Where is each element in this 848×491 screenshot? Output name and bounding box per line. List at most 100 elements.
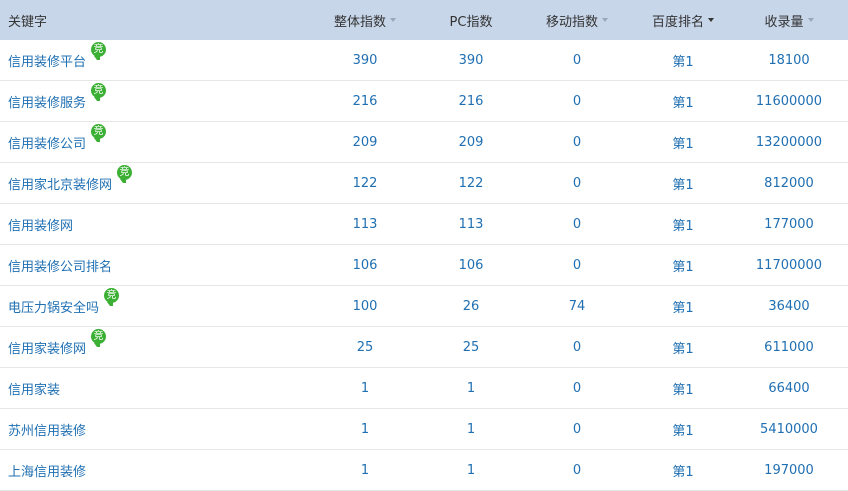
keyword-wrap: 信用装修公司竞 — [8, 123, 107, 152]
pc-index-cell: 25 — [462, 339, 480, 355]
mobile-index-cell: 0 — [572, 462, 582, 478]
baidu-rank-cell[interactable]: 第1 — [630, 461, 736, 480]
bid-badge-icon: 竞 — [91, 328, 107, 347]
mobile-index-cell: 74 — [568, 298, 586, 314]
indexed-count-cell: 36400 — [768, 298, 810, 314]
keyword-link[interactable]: 信用装修公司 — [8, 137, 86, 152]
keyword-wrap: 信用家装修网竞 — [8, 328, 107, 357]
table-row: 电压力锅安全吗竞 100 26 74 第1 36400 — [0, 286, 848, 327]
baidu-rank-cell[interactable]: 第1 — [630, 297, 736, 316]
table-body: 信用装修平台竞 390 390 0 第1 18100 信用装修服务竞 216 216 0 第1 116… — [0, 40, 848, 491]
keyword-ranking-table: 关键字 整体指数 PC指数 移动指数 百度排名 收录量 信用装修平台竞 390 39… — [0, 0, 848, 491]
keyword-link[interactable]: 信用装修服务 — [8, 96, 86, 111]
header-pc-index: PC指数 — [418, 11, 524, 30]
keyword-wrap: 信用家装 — [8, 379, 60, 398]
keyword-link[interactable]: 信用家装 — [8, 383, 60, 398]
header-indexed-count[interactable]: 收录量 — [736, 11, 842, 30]
pc-index-cell: 216 — [458, 93, 484, 109]
mobile-index-cell: 0 — [572, 134, 582, 150]
overall-index-cell: 122 — [352, 175, 378, 191]
indexed-count-cell: 13200000 — [755, 134, 823, 150]
overall-index-cell: 1 — [360, 380, 370, 396]
header-keyword: 关键字 — [0, 11, 312, 30]
header-pc-label: PC指数 — [449, 14, 493, 30]
keyword-link[interactable]: 信用装修网 — [8, 219, 73, 234]
baidu-rank-cell[interactable]: 第1 — [630, 420, 736, 439]
keyword-link[interactable]: 信用装修公司排名 — [8, 260, 112, 275]
keyword-link[interactable]: 苏州信用装修 — [8, 424, 86, 439]
keyword-cell: 信用装修公司排名 — [0, 256, 312, 275]
baidu-rank-cell[interactable]: 第1 — [630, 256, 736, 275]
indexed-count-cell: 11700000 — [755, 257, 823, 273]
keyword-link[interactable]: 信用装修平台 — [8, 55, 86, 70]
table-row: 信用装修平台竞 390 390 0 第1 18100 — [0, 40, 848, 81]
baidu-rank-cell[interactable]: 第1 — [630, 379, 736, 398]
overall-index-cell: 216 — [352, 93, 378, 109]
keyword-cell: 信用家北京装修网竞 — [0, 164, 312, 193]
keyword-link[interactable]: 信用家北京装修网 — [8, 178, 112, 193]
table-row: 上海信用装修 1 1 0 第1 197000 — [0, 450, 848, 491]
mobile-index-cell: 0 — [572, 421, 582, 437]
table-row: 信用家装修网竞 25 25 0 第1 611000 — [0, 327, 848, 368]
indexed-count-cell: 18100 — [768, 52, 810, 68]
header-mobile-index[interactable]: 移动指数 — [524, 11, 630, 30]
keyword-wrap: 苏州信用装修 — [8, 420, 86, 439]
baidu-rank-cell[interactable]: 第1 — [630, 338, 736, 357]
keyword-cell: 苏州信用装修 — [0, 420, 312, 439]
keyword-wrap: 信用装修平台竞 — [8, 41, 107, 70]
table-row: 苏州信用装修 1 1 0 第1 5410000 — [0, 409, 848, 450]
bid-badge-icon: 竞 — [91, 82, 107, 101]
keyword-link[interactable]: 信用家装修网 — [8, 342, 86, 357]
keyword-cell: 信用装修网 — [0, 215, 312, 234]
sort-caret-icon — [602, 18, 608, 22]
header-keyword-label: 关键字 — [8, 14, 48, 30]
pc-index-cell: 209 — [458, 134, 484, 150]
header-baidu-rank[interactable]: 百度排名 — [630, 11, 736, 30]
keyword-wrap: 上海信用装修 — [8, 461, 86, 480]
keyword-wrap: 信用装修网 — [8, 215, 73, 234]
baidu-rank-cell[interactable]: 第1 — [630, 174, 736, 193]
table-row: 信用装修网 113 113 0 第1 177000 — [0, 204, 848, 245]
header-overall-index[interactable]: 整体指数 — [312, 11, 418, 30]
mobile-index-cell: 0 — [572, 257, 582, 273]
sort-caret-icon — [708, 18, 714, 22]
mobile-index-cell: 0 — [572, 52, 582, 68]
indexed-count-cell: 5410000 — [760, 421, 818, 437]
keyword-wrap: 信用家北京装修网竞 — [8, 164, 133, 193]
mobile-index-cell: 0 — [572, 175, 582, 191]
keyword-link[interactable]: 上海信用装修 — [8, 465, 86, 480]
table-row: 信用装修服务竞 216 216 0 第1 11600000 — [0, 81, 848, 122]
table-row: 信用装修公司排名 106 106 0 第1 11700000 — [0, 245, 848, 286]
overall-index-cell: 1 — [360, 462, 370, 478]
baidu-rank-cell[interactable]: 第1 — [630, 215, 736, 234]
keyword-cell: 信用家装 — [0, 379, 312, 398]
keyword-cell: 信用装修公司竞 — [0, 123, 312, 152]
indexed-count-cell: 11600000 — [755, 93, 823, 109]
baidu-rank-cell[interactable]: 第1 — [630, 133, 736, 152]
baidu-rank-cell[interactable]: 第1 — [630, 92, 736, 111]
mobile-index-cell: 0 — [572, 339, 582, 355]
mobile-index-cell: 0 — [572, 93, 582, 109]
indexed-count-cell: 177000 — [764, 216, 814, 232]
table-row: 信用装修公司竞 209 209 0 第1 13200000 — [0, 122, 848, 163]
overall-index-cell: 209 — [352, 134, 378, 150]
keyword-wrap: 信用装修服务竞 — [8, 82, 107, 111]
pc-index-cell: 113 — [458, 216, 484, 232]
overall-index-cell: 25 — [356, 339, 374, 355]
overall-index-cell: 106 — [352, 257, 378, 273]
pc-index-cell: 26 — [462, 298, 480, 314]
table-row: 信用家装 1 1 0 第1 66400 — [0, 368, 848, 409]
indexed-count-cell: 611000 — [764, 339, 814, 355]
header-rank-label: 百度排名 — [651, 14, 704, 30]
baidu-rank-cell[interactable]: 第1 — [630, 51, 736, 70]
pc-index-cell: 122 — [458, 175, 484, 191]
pc-index-cell: 390 — [458, 52, 484, 68]
keyword-wrap: 信用装修公司排名 — [8, 256, 112, 275]
keyword-link[interactable]: 电压力锅安全吗 — [8, 301, 99, 316]
pc-index-cell: 1 — [466, 462, 476, 478]
overall-index-cell: 1 — [360, 421, 370, 437]
mobile-index-cell: 0 — [572, 216, 582, 232]
overall-index-cell: 390 — [352, 52, 378, 68]
header-mobile-label: 移动指数 — [545, 14, 598, 30]
pc-index-cell: 1 — [466, 421, 476, 437]
